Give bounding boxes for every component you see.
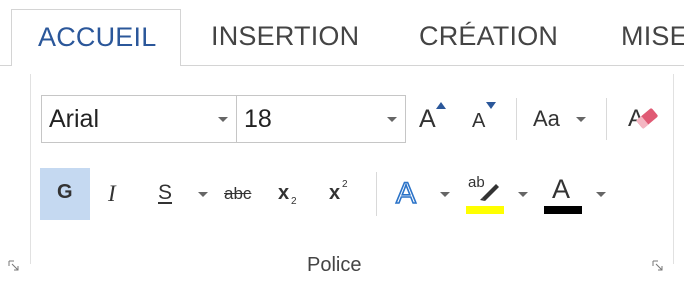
subscript-glyph: x (278, 182, 290, 204)
toolbar-divider (376, 172, 377, 216)
tab-accueil[interactable]: ACCUEIL (11, 9, 181, 67)
highlight-color-button[interactable]: ab (462, 170, 532, 218)
change-case-button[interactable]: Aa (528, 100, 592, 138)
superscript-mark: 2 (342, 179, 348, 190)
subscript-mark: 2 (291, 196, 297, 207)
arrow-up-icon (436, 102, 446, 109)
group-label: Police (307, 254, 362, 276)
toolbar-divider (606, 98, 607, 140)
dialog-launcher-icon[interactable] (652, 260, 664, 272)
chevron-down-icon (440, 192, 450, 197)
bold-button[interactable]: G (40, 168, 90, 220)
underline-button[interactable]: S (148, 172, 214, 216)
chevron-down-icon (198, 192, 208, 197)
font-family-value: Arial (49, 105, 100, 133)
superscript-button[interactable]: x 2 (322, 172, 362, 216)
font-color-button[interactable]: A (540, 170, 610, 218)
tab-insertion[interactable]: INSERTION (211, 9, 359, 66)
shrink-font-glyph: A (472, 110, 486, 132)
svg-text:A: A (396, 177, 416, 210)
clear-formatting-button[interactable]: A (626, 100, 666, 138)
font-size-combo[interactable]: 18 (236, 95, 406, 143)
toolbar-divider (516, 98, 517, 140)
font-color-glyph: A (552, 174, 571, 204)
eraser-icon: A (628, 105, 658, 132)
italic-glyph: I (108, 181, 116, 206)
subscript-button[interactable]: x 2 (272, 172, 312, 216)
chevron-down-icon[interactable] (387, 117, 397, 122)
chevron-down-icon (518, 192, 528, 197)
superscript-glyph: x (329, 182, 341, 204)
text-effects-button[interactable]: A (390, 170, 456, 218)
strikethrough-glyph: abc (224, 184, 252, 203)
grow-font-button[interactable]: A (416, 100, 448, 138)
text-effects-icon: A (395, 176, 417, 210)
font-color-swatch (544, 206, 582, 214)
chevron-down-icon[interactable] (218, 117, 228, 122)
shrink-font-button[interactable]: A (468, 100, 500, 138)
chevron-down-icon (576, 117, 586, 122)
strikethrough-button[interactable]: abc (220, 172, 266, 216)
underline-glyph: S (158, 181, 173, 204)
group-separator-left (30, 74, 31, 264)
bold-glyph: G (57, 181, 73, 203)
font-size-value: 18 (244, 105, 272, 133)
italic-button[interactable]: I (96, 172, 132, 216)
grow-font-glyph: A (419, 105, 436, 133)
ribbon-tabbar: ACCUEIL INSERTION CRÉATION MISE (0, 0, 684, 67)
tab-creation[interactable]: CRÉATION (419, 9, 558, 66)
dialog-launcher-icon[interactable] (8, 260, 20, 272)
tab-mise[interactable]: MISE (621, 9, 684, 66)
font-family-combo[interactable]: Arial (41, 95, 237, 143)
highlighter-pen-icon (480, 184, 499, 201)
group-separator-right (673, 74, 674, 264)
highlight-color-swatch (466, 206, 504, 214)
chevron-down-icon (596, 192, 606, 197)
change-case-label: Aa (533, 106, 560, 131)
arrow-down-icon (486, 102, 496, 109)
ribbon-font-group: Arial 18 A A Aa A G I S abc x 2 x 2 A ab… (0, 66, 684, 281)
